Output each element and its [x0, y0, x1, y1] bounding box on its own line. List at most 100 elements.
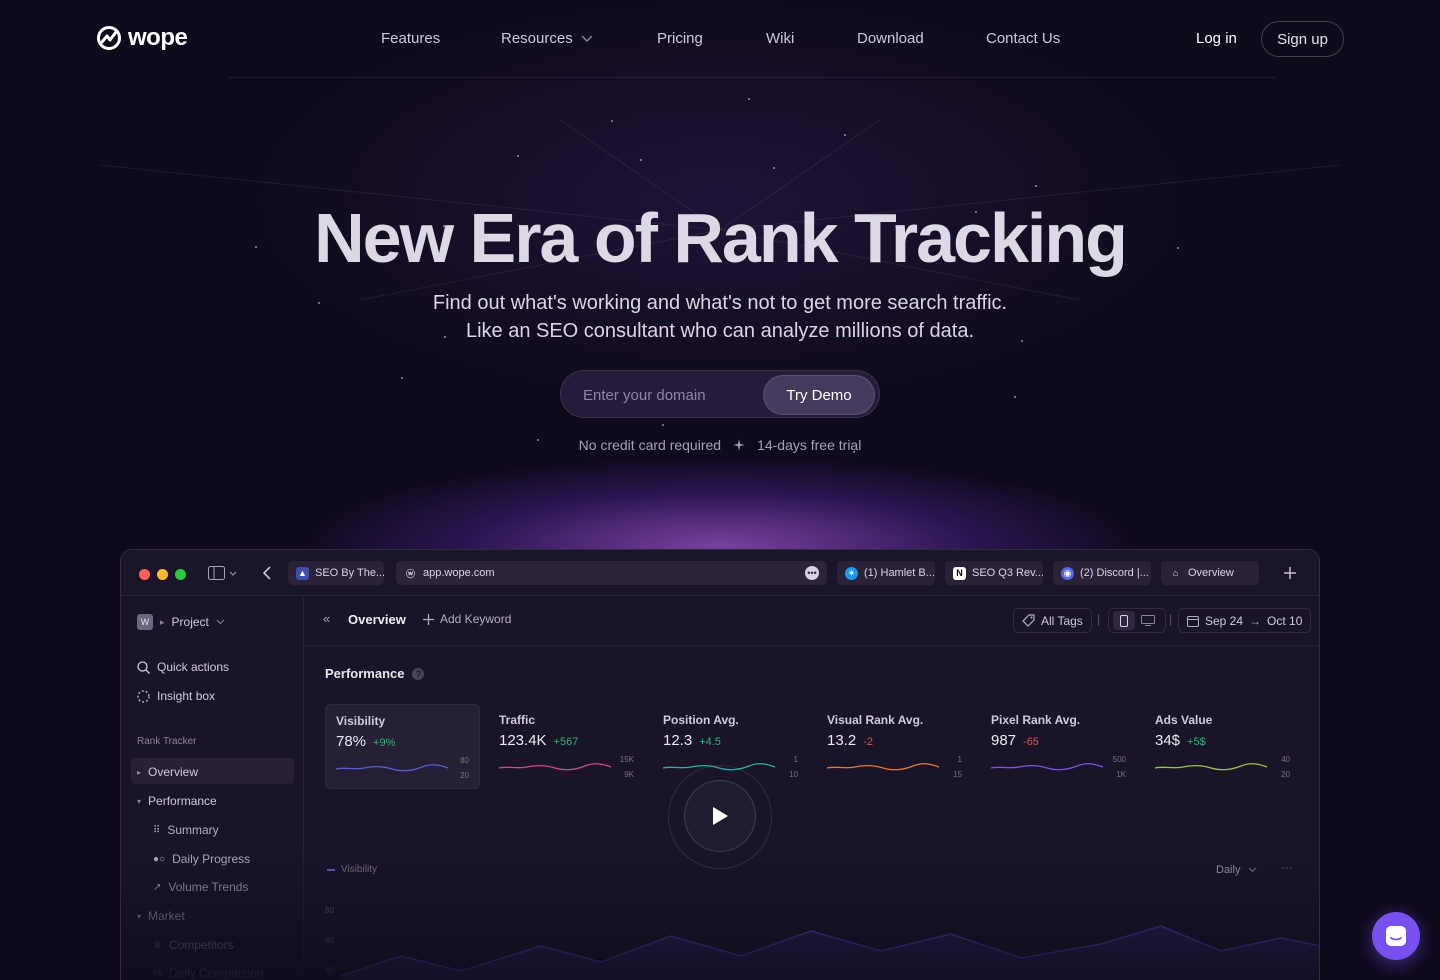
insight-box-item[interactable]: Insight box — [137, 689, 215, 703]
metric-sparkline — [499, 763, 611, 771]
address-url: app.wope.com — [423, 567, 495, 579]
brand-name: wope — [128, 24, 188, 51]
more-options-icon[interactable]: ••• — [805, 566, 819, 580]
metric-card[interactable]: Pixel Rank Avg. 987 -65 500 1K — [981, 704, 1136, 789]
metric-range-low: 10 — [789, 770, 798, 779]
desktop-icon[interactable] — [1137, 611, 1159, 630]
browser-tab-seo[interactable]: ▲ SEO By The... — [288, 561, 384, 585]
daily-progress-label: Daily Progress — [172, 852, 251, 866]
chat-icon — [1386, 926, 1406, 946]
brand-logo[interactable]: wope — [96, 24, 188, 52]
sidebar-item-overview[interactable]: ▸ Overview — [137, 765, 198, 779]
new-tab-plus-icon[interactable] — [1283, 566, 1297, 580]
competitors-label: Competitors — [168, 938, 234, 952]
window-close-dot[interactable] — [139, 569, 150, 580]
more-horizontal-icon[interactable]: ··· — [1281, 860, 1293, 874]
nav-wiki[interactable]: Wiki — [766, 30, 794, 47]
window-minimize-dot[interactable] — [157, 569, 168, 580]
metric-value: 123.4K — [499, 732, 547, 749]
sidebar-item-daily-comparison[interactable]: % Daily Comparison — [153, 966, 264, 980]
tab-favicon-icon: ▲ — [296, 566, 309, 580]
metric-range-low: 20 — [460, 771, 469, 780]
market-label: Market — [148, 909, 185, 923]
tab-label: SEO By The... — [315, 567, 384, 579]
app-main: « Overview Add Keyword All Tags | | Sep … — [305, 596, 1319, 980]
play-video-button[interactable] — [684, 780, 756, 852]
nav-resources[interactable]: Resources — [501, 30, 593, 47]
sidebar-item-market[interactable]: ▾ Market — [137, 909, 185, 923]
metric-card[interactable]: Traffic 123.4K +567 15K 9K — [489, 704, 644, 789]
sidebar-toggle-icon[interactable] — [208, 566, 238, 580]
metric-label: Ads Value — [1155, 713, 1213, 727]
chevron-down-icon — [216, 619, 225, 625]
store-favicon-icon: ⌂ — [1172, 568, 1179, 578]
summary-label: Summary — [167, 823, 219, 837]
y-tick-label: 40 — [325, 966, 334, 975]
rank-tracker-section: Rank Tracker — [137, 736, 197, 747]
discord-favicon-icon: ◉ — [1061, 566, 1074, 580]
metric-value-row: 987 -65 — [991, 732, 1039, 749]
metric-value-row: 34$ +5$ — [1155, 732, 1206, 749]
metric-card[interactable]: Ads Value 34$ +5$ 40 20 — [1145, 704, 1300, 789]
compare-icon: % — [153, 967, 162, 979]
sidebar-item-competitors[interactable]: ♕ Competitors — [153, 938, 234, 952]
signup-button[interactable]: Sign up — [1261, 21, 1344, 57]
mobile-icon[interactable] — [1113, 611, 1135, 630]
y-tick-label: 60 — [325, 936, 334, 945]
nav-contact-us[interactable]: Contact Us — [986, 30, 1060, 47]
metric-delta: +5$ — [1187, 736, 1206, 748]
address-bar[interactable]: ⓦ app.wope.com ••• — [396, 561, 827, 585]
date-range-picker[interactable]: Sep 24 → Oct 10 — [1178, 608, 1312, 633]
try-demo-button[interactable]: Try Demo — [763, 375, 875, 415]
metric-value: 13.2 — [827, 732, 857, 749]
grid-icon: ⠿ — [153, 824, 161, 836]
notion-favicon-icon: N — [953, 566, 966, 580]
project-avatar-icon: W — [137, 614, 153, 630]
login-link[interactable]: Log in — [1196, 30, 1237, 47]
interval-select[interactable]: Daily — [1216, 864, 1257, 876]
sidebar-item-volume-trends[interactable]: ↗ Volume Trends — [153, 880, 248, 894]
all-tags-filter[interactable]: All Tags — [1013, 608, 1092, 633]
metric-label: Visibility — [336, 714, 386, 728]
caret-right-icon: ▸ — [160, 616, 165, 627]
metric-card[interactable]: Visual Rank Avg. 13.2 -2 1 15 — [817, 704, 972, 789]
add-keyword-button[interactable]: Add Keyword — [423, 612, 511, 626]
visibility-area-chart — [341, 925, 1319, 980]
domain-input[interactable] — [569, 377, 759, 413]
trial-note: No credit card required 14-days free tri… — [0, 437, 1440, 453]
metric-delta: +9% — [373, 737, 396, 749]
nav-pricing[interactable]: Pricing — [657, 30, 703, 47]
metric-card[interactable]: Visibility 78% +9% 80 20 — [325, 704, 480, 789]
metric-range-high: 1 — [957, 755, 962, 764]
browser-tab-twitter[interactable]: ✦ (1) Hamlet B... — [837, 561, 935, 585]
sidebar-item-performance[interactable]: ▾ Performance — [137, 794, 217, 808]
nav-features[interactable]: Features — [381, 30, 440, 47]
metric-delta: +567 — [553, 736, 579, 748]
metric-sparkline — [827, 763, 939, 771]
sidebar-item-daily-progress[interactable]: ●○ Daily Progress — [153, 852, 250, 866]
project-selector[interactable]: W ▸ Project — [137, 614, 225, 630]
browser-tabbar: ▲ SEO By The... ⓦ app.wope.com ••• ✦ (1)… — [121, 550, 1319, 596]
chat-support-button[interactable] — [1372, 912, 1420, 960]
tab-label: (1) Hamlet B... — [864, 567, 935, 579]
browser-tab-discord[interactable]: ◉ (2) Discord |... — [1053, 561, 1151, 585]
metric-label: Traffic — [499, 713, 536, 727]
browser-tab-notion[interactable]: N SEO Q3 Rev... — [945, 561, 1043, 585]
browser-tab-overview[interactable]: ⌂ Overview — [1161, 561, 1259, 585]
collapse-icon[interactable]: « — [323, 611, 330, 626]
nav-download[interactable]: Download — [857, 30, 924, 47]
help-icon[interactable]: ? — [412, 667, 425, 680]
quick-actions-item[interactable]: Quick actions — [137, 660, 229, 674]
date-to: Oct 10 — [1267, 613, 1303, 628]
metric-value-row: 78% +9% — [336, 733, 395, 750]
device-toggle[interactable] — [1108, 608, 1166, 633]
metric-range-high: 40 — [1281, 755, 1290, 764]
metric-label: Visual Rank Avg. — [827, 713, 924, 727]
legend-label: Visibility — [341, 864, 377, 875]
tab-label: SEO Q3 Rev... — [972, 567, 1043, 579]
tab-label: Overview — [1188, 567, 1234, 579]
sidebar-item-summary[interactable]: ⠿ Summary — [153, 823, 219, 837]
back-arrow-icon[interactable] — [263, 566, 271, 580]
window-maximize-dot[interactable] — [175, 569, 186, 580]
trend-icon: ↗ — [153, 881, 162, 893]
